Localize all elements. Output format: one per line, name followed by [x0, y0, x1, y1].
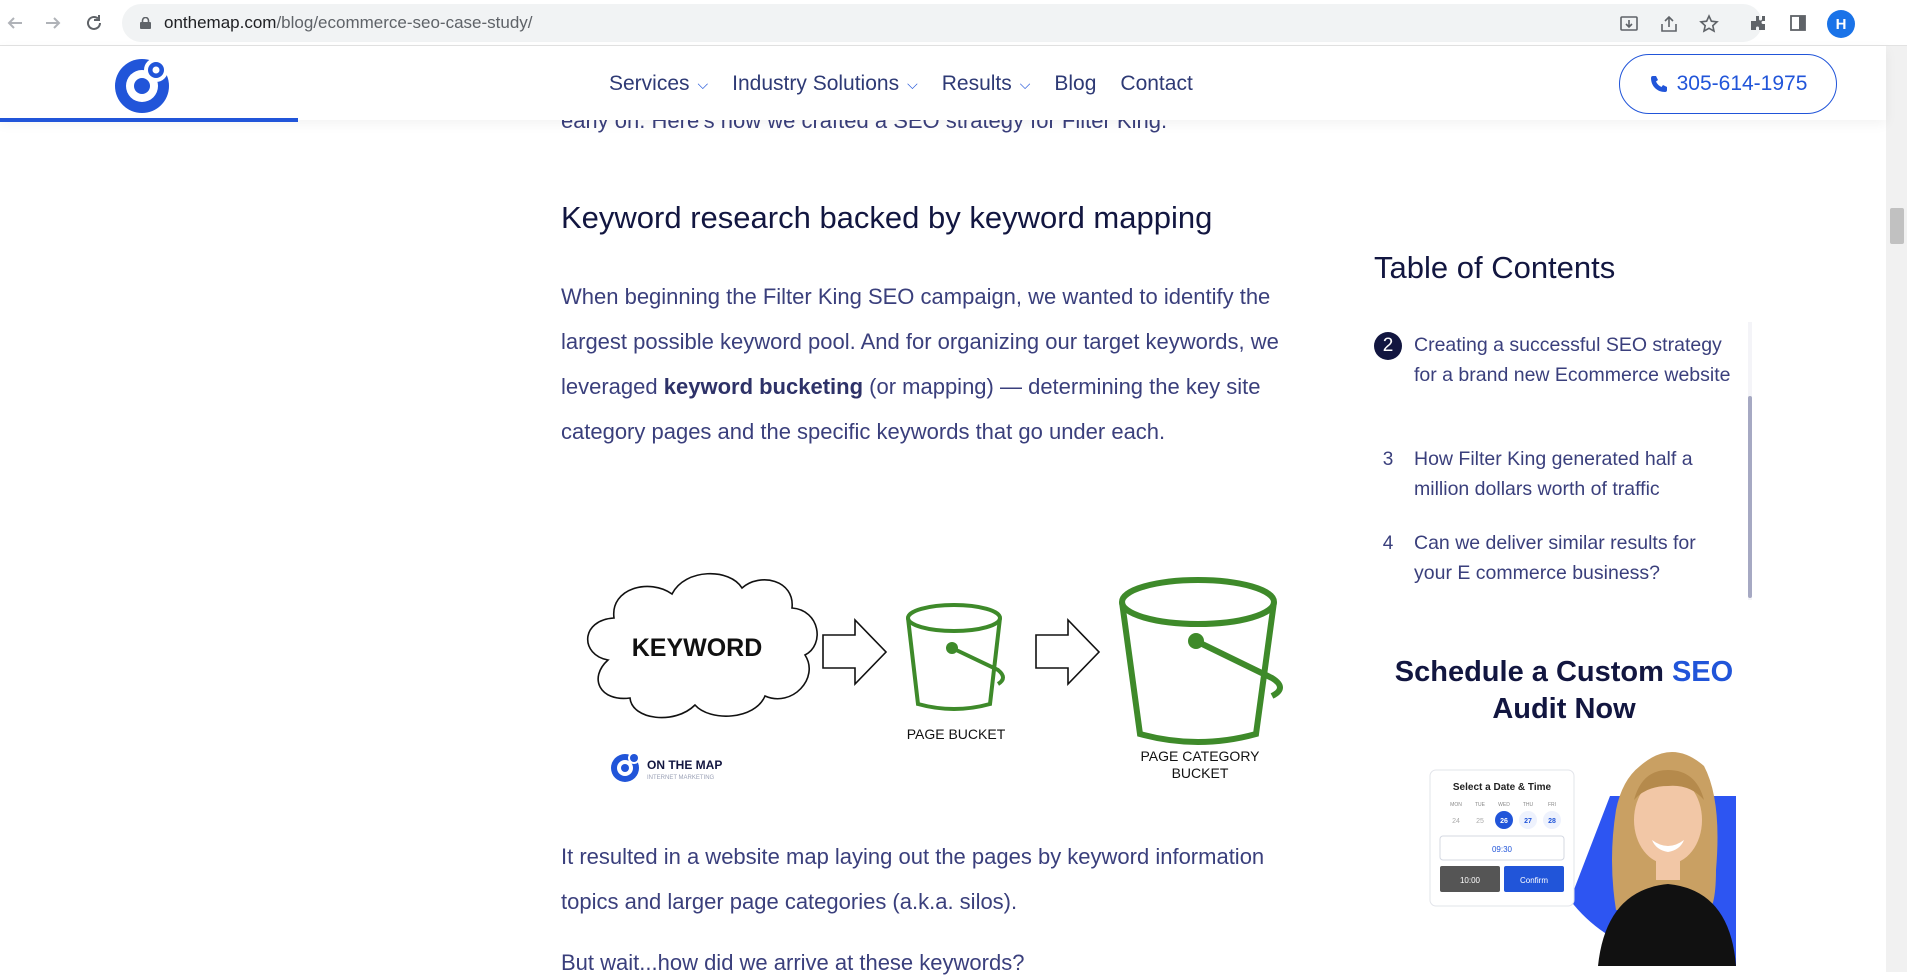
nav-services[interactable]: Services ⌵ [609, 72, 708, 96]
extensions-icon[interactable] [1746, 11, 1770, 35]
page-scrollbar-thumb[interactable] [1890, 208, 1904, 244]
time-slot: 10:00 [1460, 876, 1481, 885]
page-scrollbar[interactable] [1886, 46, 1907, 972]
bucket-large-label-1: PAGE CATEGORY [1140, 748, 1260, 764]
share-icon[interactable] [1658, 13, 1680, 35]
chevron-down-icon: ⌵ [697, 75, 709, 92]
reading-progress-bar [0, 118, 298, 122]
day-label: MON [1450, 802, 1462, 808]
article-paragraph: When beginning the Filter King SEO campa… [561, 284, 1279, 444]
toc-scrollbar-thumb[interactable] [1748, 396, 1752, 598]
chevron-down-icon: ⌵ [907, 75, 918, 92]
onthemap-logo[interactable] [112, 52, 176, 116]
person-photo [1598, 752, 1736, 966]
cloud-label: KEYWORD [632, 634, 763, 662]
day-label: TUE [1475, 802, 1486, 808]
article-paragraph: It resulted in a website map laying out … [561, 844, 1265, 914]
toc-item-label: Creating a successful SEO strategy for a… [1414, 334, 1731, 386]
phone-button[interactable]: 305-614-1975 [1619, 54, 1837, 114]
page-category-bucket-icon [1119, 577, 1283, 745]
date-label: 25 [1476, 818, 1484, 825]
section-heading: Keyword research backed by keyword mappi… [561, 200, 1213, 235]
profile-avatar[interactable]: H [1827, 10, 1855, 38]
booking-widget: Select a Date & Time MON TUE WED THU FRI… [1429, 769, 1575, 907]
day-label: FRI [1548, 802, 1556, 808]
bold-text: keyword bucketing [663, 374, 864, 399]
toc-item-number: 2 [1374, 332, 1402, 360]
lock-icon [140, 17, 151, 29]
nav-results[interactable]: Results ⌵ [942, 72, 1031, 96]
date-label: 27 [1524, 818, 1532, 825]
toc-item-label: Can we deliver similar results for your … [1414, 532, 1696, 584]
day-label: WED [1498, 802, 1510, 808]
bucket-large-label-2: BUCKET [1172, 765, 1229, 781]
url-text: onthemap.com/blog/ecommerce-seo-case-stu… [164, 13, 533, 32]
article-paragraph: But wait...how did we arrive at these ke… [561, 950, 1025, 975]
toc-item-number: 3 [1382, 449, 1394, 470]
nav-blog[interactable]: Blog [1054, 72, 1096, 96]
back-icon[interactable] [2, 10, 28, 36]
arrow-icon [822, 618, 888, 686]
table-of-contents: 2 Creating a successful SEO strategy for… [1374, 322, 1754, 604]
browser-toolbar: onthemap.com/blog/ecommerce-seo-case-stu… [0, 0, 1907, 46]
chevron-down-icon: ⌵ [1019, 75, 1031, 92]
nav-industry-solutions[interactable]: Industry Solutions ⌵ [732, 72, 918, 96]
onthemap-watermark-logo [611, 752, 640, 782]
toc-item-label: How Filter King generated half a million… [1414, 448, 1693, 500]
main-nav: Services ⌵ Industry Solutions ⌵ Results ⌵ B… [609, 72, 1217, 96]
date-label: 28 [1548, 818, 1556, 825]
watermark-logo-sub: INTERNET MARKETING [647, 775, 715, 781]
date-label-selected: 26 [1500, 818, 1508, 825]
keyword-bucketing-diagram: KEYWORD PAGE BUCKET PAGE CATEGORY BUCKET… [586, 572, 1283, 782]
nav-contact[interactable]: Contact [1120, 72, 1192, 96]
confirm-button: Confirm [1520, 876, 1548, 885]
toc-item-number: 4 [1382, 533, 1394, 554]
arrow-icon [1035, 618, 1101, 686]
phone-icon [1650, 76, 1667, 92]
bucket-small-label: PAGE BUCKET [907, 726, 1006, 742]
bookmark-star-icon[interactable] [1698, 13, 1720, 35]
date-label: 24 [1452, 818, 1460, 825]
widget-title: Select a Date & Time [1453, 782, 1552, 793]
forward-icon[interactable] [40, 10, 66, 36]
toc-title: Table of Contents [1374, 250, 1616, 285]
day-label: THU [1523, 802, 1534, 808]
page-bucket-icon [906, 603, 1005, 711]
install-icon[interactable] [1618, 13, 1640, 35]
cta-booking-image[interactable]: Select a Date & Time MON TUE WED THU FRI… [1420, 740, 1736, 968]
reload-icon[interactable] [81, 10, 107, 36]
side-panel-icon[interactable] [1786, 11, 1810, 35]
time-slot-selected: 09:30 [1492, 845, 1513, 854]
address-bar[interactable]: onthemap.com/blog/ecommerce-seo-case-stu… [122, 4, 1762, 42]
site-header: Services ⌵ Industry Solutions ⌵ Results ⌵ B… [0, 46, 1886, 122]
cta-heading: Schedule a Custom SEO Audit Now [1394, 656, 1734, 725]
watermark-logo-text: ON THE MAP [647, 758, 722, 772]
